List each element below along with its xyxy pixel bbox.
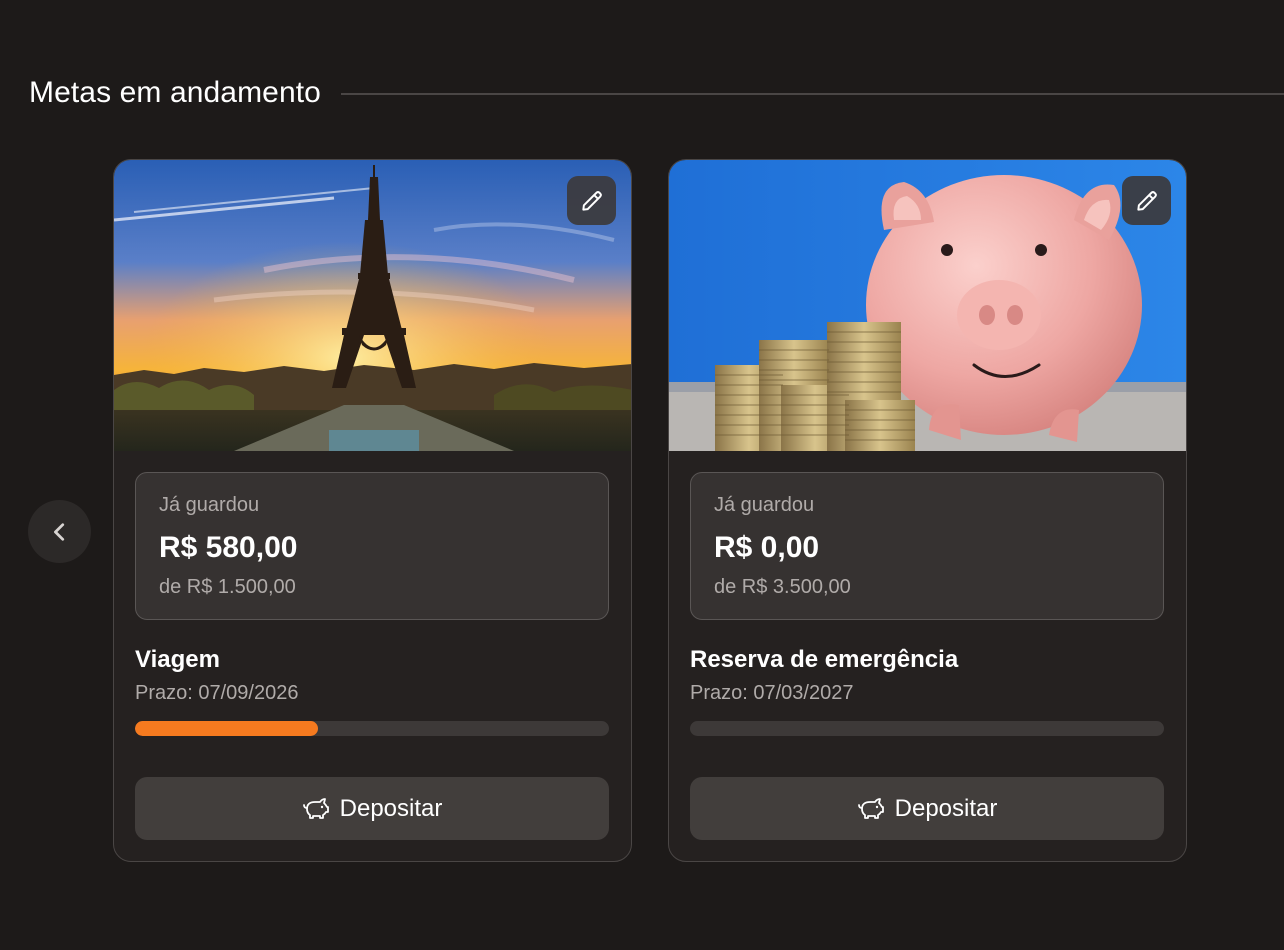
section-divider (340, 93, 1284, 95)
saved-label: Já guardou (159, 494, 260, 516)
deadline-value: 07/09/2026 (198, 682, 299, 704)
goal-deadline: Prazo: 07/03/2027 (690, 682, 853, 705)
piggy-bank-icon (302, 797, 330, 821)
goal-progress-bar (690, 721, 1164, 736)
goal-progress-bar (135, 721, 609, 736)
target-amount: de R$ 1.500,00 (159, 576, 296, 598)
saved-summary: Já guardou R$ 580,00 de R$ 1.500,00 (135, 472, 609, 620)
goal-name: Reserva de emergência (690, 646, 959, 673)
deposit-label: Depositar (339, 794, 443, 822)
pencil-icon (1136, 190, 1157, 211)
edit-goal-button[interactable] (1122, 176, 1171, 225)
saved-label: Já guardou (714, 494, 815, 516)
deadline-value: 07/03/2027 (753, 682, 854, 704)
goal-name: Viagem (135, 646, 220, 673)
deposit-button[interactable]: Depositar (135, 777, 609, 840)
deadline-label: Prazo: (135, 682, 193, 704)
target-amount: de R$ 3.500,00 (714, 576, 851, 598)
goal-card: Já guardou R$ 580,00 de R$ 1.500,00 Viag… (113, 159, 632, 862)
section-title: Metas em andamento (29, 76, 321, 109)
piggy-bank-icon (857, 797, 885, 821)
goal-progress-fill (135, 721, 319, 736)
pencil-icon (581, 190, 602, 211)
edit-goal-button[interactable] (567, 176, 616, 225)
deposit-label: Depositar (894, 794, 998, 822)
saved-amount: R$ 0,00 (714, 531, 820, 564)
section-header: Metas em andamento (29, 74, 1284, 112)
chevron-left-icon (53, 522, 64, 541)
saved-summary: Já guardou R$ 0,00 de R$ 3.500,00 (690, 472, 1164, 620)
deadline-label: Prazo: (690, 682, 748, 704)
carousel-prev-button[interactable] (28, 500, 91, 563)
goal-card: Já guardou R$ 0,00 de R$ 3.500,00 Reserv… (668, 159, 1187, 862)
goal-image-eiffel-tower (114, 160, 631, 451)
goal-image-piggy-bank (669, 160, 1186, 451)
saved-amount: R$ 580,00 (159, 531, 298, 564)
deposit-button[interactable]: Depositar (690, 777, 1164, 840)
goal-deadline: Prazo: 07/09/2026 (135, 682, 298, 705)
